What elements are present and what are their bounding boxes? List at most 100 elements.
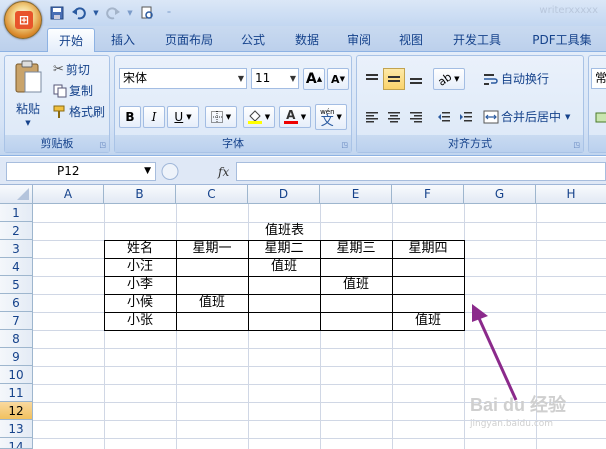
decrease-indent-button[interactable] xyxy=(433,106,455,128)
tab-home[interactable]: 开始 xyxy=(47,28,95,53)
fill-color-button[interactable]: ▼ xyxy=(243,106,275,128)
duty-cell[interactable] xyxy=(176,312,248,330)
alignment-dialog-launcher-icon[interactable]: ◳ xyxy=(573,141,580,149)
undo-dropdown-icon[interactable]: ▼ xyxy=(92,4,100,22)
row-header-8[interactable]: 8 xyxy=(0,330,33,348)
name-cell[interactable]: 小李 xyxy=(104,276,176,294)
increase-indent-button[interactable] xyxy=(455,106,477,128)
row-header-9[interactable]: 9 xyxy=(0,348,33,366)
column-header-c[interactable]: C xyxy=(176,185,248,204)
row-header-14[interactable]: 14 xyxy=(0,438,33,449)
format-painter-button[interactable]: 格式刷 xyxy=(53,103,105,120)
tab-page-layout[interactable]: 页面布局 xyxy=(156,28,222,52)
header-cell[interactable]: 星期一 xyxy=(176,240,248,258)
row-header-1[interactable]: 1 xyxy=(0,204,33,222)
name-cell[interactable]: 小张 xyxy=(104,312,176,330)
merge-dropdown-icon[interactable]: ▼ xyxy=(565,113,570,121)
duty-cell[interactable]: 值班 xyxy=(176,294,248,312)
select-all-corner[interactable] xyxy=(0,185,33,204)
tab-view[interactable]: 视图 xyxy=(388,28,434,52)
column-header-h[interactable]: H xyxy=(536,185,606,204)
column-header-f[interactable]: F xyxy=(392,185,464,204)
font-size-dropdown-icon[interactable]: ▼ xyxy=(290,69,296,88)
phonetic-button[interactable]: wén 文 ▼ xyxy=(315,104,347,130)
row-header-4[interactable]: 4 xyxy=(0,258,33,276)
column-header-d[interactable]: D xyxy=(248,185,320,204)
accounting-format-icon[interactable] xyxy=(591,106,606,128)
bold-button[interactable]: B xyxy=(119,106,141,128)
name-box[interactable]: P12 ▼ xyxy=(6,162,156,181)
tab-review[interactable]: 审阅 xyxy=(336,28,382,52)
align-bottom-button[interactable] xyxy=(405,68,427,90)
row-header-13[interactable]: 13 xyxy=(0,420,33,438)
wrap-text-button[interactable]: 自动换行 xyxy=(483,70,549,87)
duty-cell[interactable]: 值班 xyxy=(392,312,464,330)
worksheet-grid[interactable]: A B C D E F G H 1 2 3 4 5 6 7 8 9 10 11 … xyxy=(0,185,606,449)
row-header-12-selected[interactable]: 12 xyxy=(0,402,33,420)
row-header-7[interactable]: 7 xyxy=(0,312,33,330)
name-cell[interactable]: 小汪 xyxy=(104,258,176,276)
header-cell[interactable]: 星期二 xyxy=(248,240,320,258)
column-header-e[interactable]: E xyxy=(320,185,392,204)
cut-button[interactable]: ✂ 剪切 xyxy=(53,61,90,78)
column-header-b[interactable]: B xyxy=(104,185,176,204)
duty-cell[interactable] xyxy=(320,294,392,312)
font-color-button[interactable]: A ▼ xyxy=(279,106,311,128)
borders-button[interactable]: ▼ xyxy=(205,106,237,128)
column-header-g[interactable]: G xyxy=(464,185,536,204)
align-top-button[interactable] xyxy=(361,68,383,90)
tab-formulas[interactable]: 公式 xyxy=(230,28,276,52)
duty-cell[interactable] xyxy=(176,276,248,294)
tab-pdf-tools[interactable]: PDF工具集 xyxy=(522,28,602,52)
duty-cell[interactable] xyxy=(248,276,320,294)
number-format-combo[interactable]: 常 xyxy=(591,68,606,89)
office-button[interactable]: ⊞ xyxy=(4,1,42,39)
font-size-combo[interactable]: 11 ▼ xyxy=(251,68,299,89)
shrink-font-button[interactable]: A ▼ xyxy=(327,68,349,90)
align-middle-button[interactable] xyxy=(383,68,405,90)
italic-button[interactable]: I xyxy=(143,106,165,128)
clipboard-dialog-launcher-icon[interactable]: ◳ xyxy=(99,141,106,149)
row-header-2[interactable]: 2 xyxy=(0,222,33,240)
name-cell[interactable]: 小候 xyxy=(104,294,176,312)
formula-input[interactable] xyxy=(236,162,606,181)
row-header-11[interactable]: 11 xyxy=(0,384,33,402)
save-icon[interactable] xyxy=(48,4,66,22)
copy-button[interactable]: 复制 xyxy=(53,82,93,99)
align-center-button[interactable] xyxy=(383,106,405,128)
duty-cell[interactable]: 值班 xyxy=(248,258,320,276)
duty-cell[interactable] xyxy=(392,276,464,294)
font-name-dropdown-icon[interactable]: ▼ xyxy=(238,69,244,88)
underline-button[interactable]: U ▼ xyxy=(167,106,199,128)
formula-splitter-icon[interactable] xyxy=(160,162,180,181)
sheet-title[interactable]: 值班表 xyxy=(104,222,465,240)
print-preview-icon[interactable] xyxy=(138,4,156,22)
row-header-10[interactable]: 10 xyxy=(0,366,33,384)
duty-cell[interactable] xyxy=(392,258,464,276)
tab-data[interactable]: 数据 xyxy=(284,28,330,52)
duty-cell[interactable] xyxy=(248,312,320,330)
orientation-button[interactable]: ab ▼ xyxy=(433,68,465,90)
row-header-3[interactable]: 3 xyxy=(0,240,33,258)
header-cell[interactable]: 星期四 xyxy=(392,240,464,258)
name-box-dropdown-icon[interactable]: ▼ xyxy=(144,163,151,180)
undo-icon[interactable] xyxy=(70,4,88,22)
align-right-button[interactable] xyxy=(405,106,427,128)
duty-cell[interactable] xyxy=(320,312,392,330)
duty-cell[interactable] xyxy=(392,294,464,312)
duty-cell[interactable]: 值班 xyxy=(320,276,392,294)
paste-button[interactable]: 粘贴 ▼ xyxy=(11,60,45,132)
header-cell[interactable]: 星期三 xyxy=(320,240,392,258)
duty-cell[interactable] xyxy=(248,294,320,312)
align-left-button[interactable] xyxy=(361,106,383,128)
customize-qat-icon[interactable]: ⁼ xyxy=(160,4,178,22)
redo-icon[interactable] xyxy=(104,4,122,22)
row-header-5[interactable]: 5 xyxy=(0,276,33,294)
tab-insert[interactable]: 插入 xyxy=(100,28,146,52)
tab-developer[interactable]: 开发工具 xyxy=(444,28,510,52)
redo-dropdown-icon[interactable]: ▼ xyxy=(126,4,134,22)
duty-cell[interactable] xyxy=(176,258,248,276)
font-name-combo[interactable]: 宋体 ▼ xyxy=(119,68,247,89)
font-dialog-launcher-icon[interactable]: ◳ xyxy=(341,141,348,149)
merge-center-button[interactable]: 合并后居中 ▼ xyxy=(483,108,570,125)
